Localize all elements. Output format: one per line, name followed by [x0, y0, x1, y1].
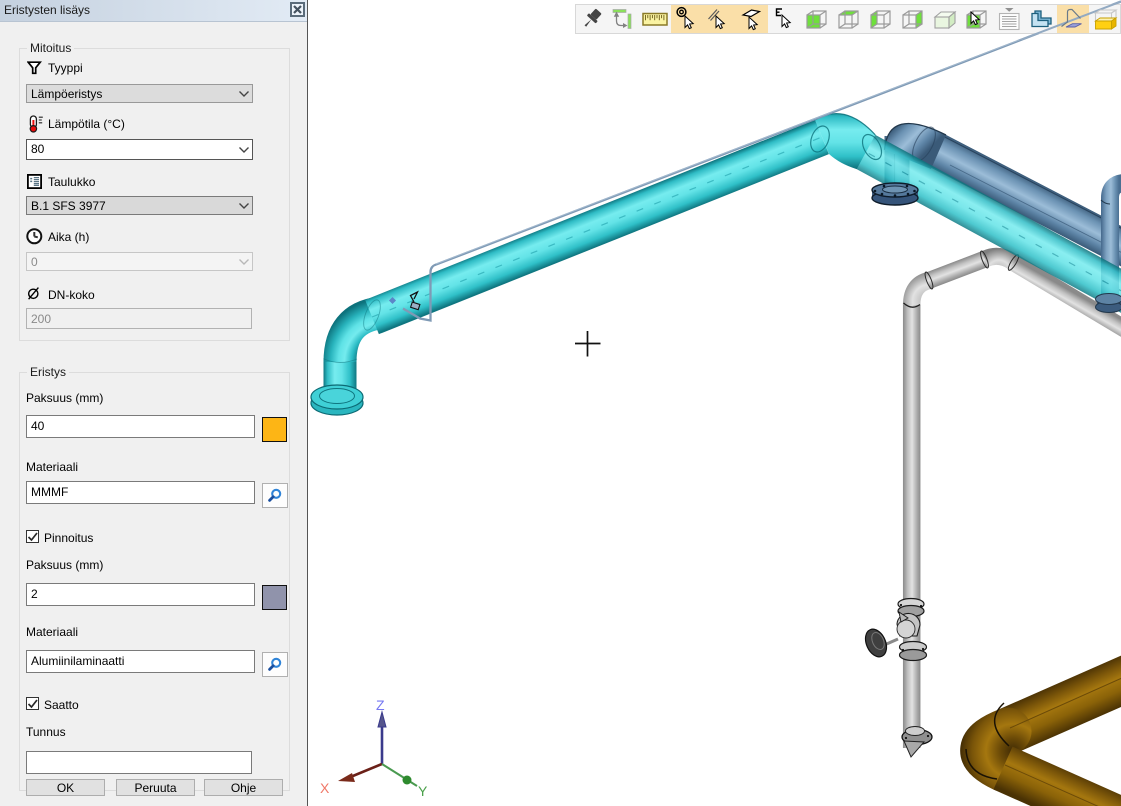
svg-text:X: X [320, 780, 330, 796]
svg-text:Z: Z [376, 697, 385, 713]
svg-text:Y: Y [418, 783, 428, 799]
